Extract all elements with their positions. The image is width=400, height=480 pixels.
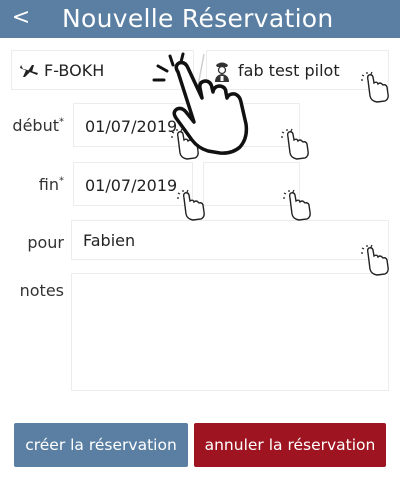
- debut-date-value: 01/07/2019: [85, 117, 178, 136]
- back-button[interactable]: <: [10, 4, 32, 32]
- fin-date-input[interactable]: 01/07/2019: [73, 162, 193, 206]
- divider: [197, 53, 205, 87]
- pour-input[interactable]: Fabien: [71, 220, 389, 260]
- airplane-icon: [18, 62, 40, 80]
- cancel-reservation-button[interactable]: annuler la réservation: [194, 423, 386, 467]
- notes-textarea[interactable]: [71, 273, 389, 391]
- notes-label: notes: [19, 281, 64, 300]
- pour-label: pour: [27, 233, 64, 252]
- debut-time-input[interactable]: [203, 103, 300, 147]
- fin-date-value: 01/07/2019: [85, 176, 178, 195]
- pilot-selector[interactable]: fab test pilot: [206, 50, 389, 90]
- debut-label: début*: [12, 116, 64, 135]
- fin-label: fin*: [38, 175, 64, 194]
- fin-time-input[interactable]: [203, 162, 300, 206]
- app-header: < Nouvelle Réservation: [0, 0, 400, 38]
- page-title: Nouvelle Réservation: [62, 4, 334, 33]
- aircraft-selector[interactable]: F-BOKH: [11, 50, 194, 90]
- pilot-value: fab test pilot: [238, 61, 340, 80]
- debut-date-input[interactable]: 01/07/2019: [73, 103, 193, 147]
- create-reservation-button[interactable]: créer la réservation: [14, 423, 188, 467]
- aircraft-value: F-BOKH: [44, 61, 105, 80]
- pour-value: Fabien: [83, 231, 136, 250]
- pilot-icon: [212, 59, 232, 83]
